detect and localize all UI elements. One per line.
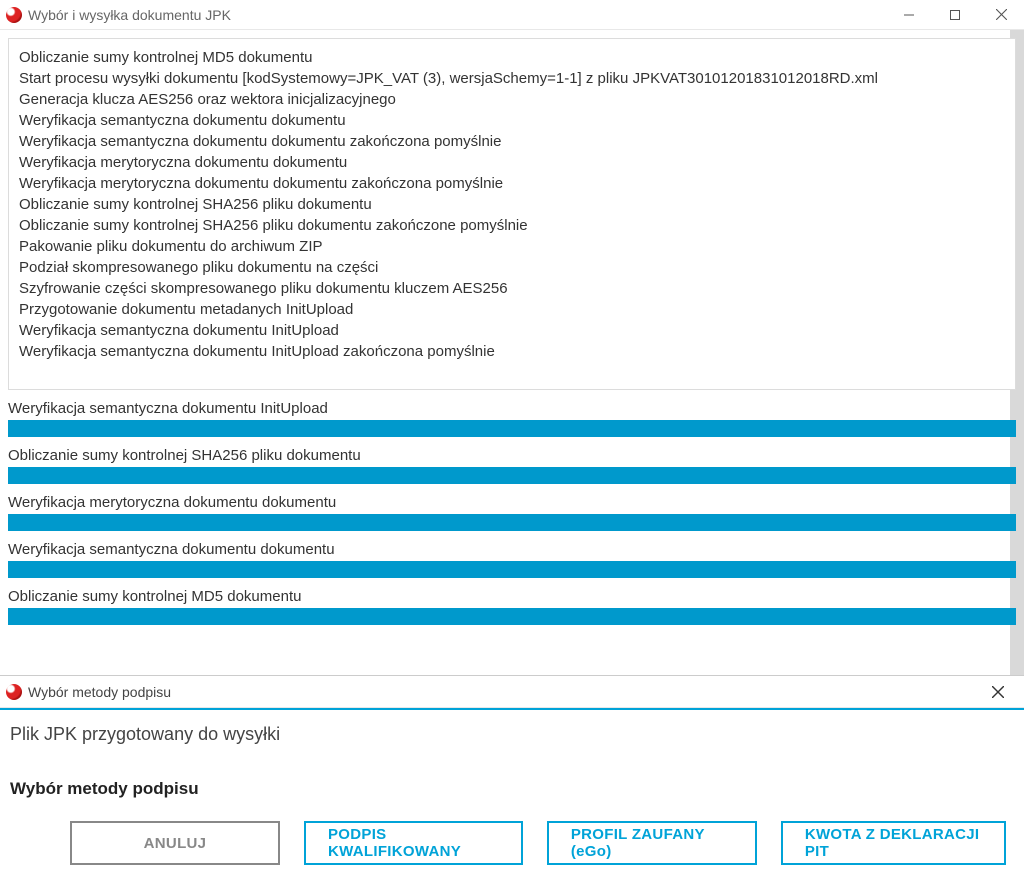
progress-item: Weryfikacja semantyczna dokumentu InitUp… <box>8 400 1016 437</box>
progress-label: Weryfikacja semantyczna dokumentu dokume… <box>8 541 1016 558</box>
window-title: Wybór i wysyłka dokumentu JPK <box>28 7 231 23</box>
dialog-titlebar: Wybór metody podpisu <box>0 676 1024 708</box>
qualified-signature-button[interactable]: PODPIS KWALIFIKOWANY <box>304 821 523 865</box>
log-line: Szyfrowanie części skompresowanego pliku… <box>19 278 1005 299</box>
dialog-buttons: ANULUJ PODPIS KWALIFIKOWANY PROFIL ZAUFA… <box>0 817 1024 885</box>
log-line: Weryfikacja semantyczna dokumentu dokume… <box>19 110 1005 131</box>
progress-bar <box>8 561 1016 578</box>
app-icon <box>6 7 22 23</box>
progress-item: Obliczanie sumy kontrolnej SHA256 pliku … <box>8 447 1016 484</box>
progress-bar <box>8 467 1016 484</box>
log-line: Weryfikacja merytoryczna dokumentu dokum… <box>19 173 1005 194</box>
progress-label: Weryfikacja semantyczna dokumentu InitUp… <box>8 400 1016 417</box>
close-button[interactable] <box>978 0 1024 30</box>
minimize-button[interactable] <box>886 0 932 30</box>
trusted-profile-button[interactable]: PROFIL ZAUFANY (eGo) <box>547 821 757 865</box>
signature-method-dialog: Wybór metody podpisu Plik JPK przygotowa… <box>0 675 1024 885</box>
dialog-close-button[interactable] <box>978 677 1018 707</box>
log-line: Pakowanie pliku dokumentu do archiwum ZI… <box>19 236 1005 257</box>
log-line: Weryfikacja merytoryczna dokumentu dokum… <box>19 152 1005 173</box>
log-panel: Obliczanie sumy kontrolnej MD5 dokumentu… <box>8 38 1016 390</box>
app-icon <box>6 684 22 700</box>
progress-label: Obliczanie sumy kontrolnej MD5 dokumentu <box>8 588 1016 605</box>
log-line: Weryfikacja semantyczna dokumentu InitUp… <box>19 341 1005 362</box>
progress-label: Obliczanie sumy kontrolnej SHA256 pliku … <box>8 447 1016 464</box>
progress-item: Weryfikacja merytoryczna dokumentu dokum… <box>8 494 1016 531</box>
progress-bar <box>8 608 1016 625</box>
log-line: Start procesu wysyłki dokumentu [kodSyst… <box>19 68 1005 89</box>
log-line: Generacja klucza AES256 oraz wektora ini… <box>19 89 1005 110</box>
log-line: Obliczanie sumy kontrolnej SHA256 pliku … <box>19 194 1005 215</box>
progress-section: Weryfikacja semantyczna dokumentu InitUp… <box>0 400 1024 625</box>
log-line: Weryfikacja semantyczna dokumentu dokume… <box>19 131 1005 152</box>
log-line: Obliczanie sumy kontrolnej SHA256 pliku … <box>19 215 1005 236</box>
log-line: Przygotowanie dokumentu metadanych InitU… <box>19 299 1005 320</box>
cancel-button[interactable]: ANULUJ <box>70 821 280 865</box>
dialog-heading: Wybór metody podpisu <box>0 765 1024 817</box>
progress-item: Weryfikacja semantyczna dokumentu dokume… <box>8 541 1016 578</box>
log-line: Podział skompresowanego pliku dokumentu … <box>19 257 1005 278</box>
maximize-button[interactable] <box>932 0 978 30</box>
log-line: Weryfikacja semantyczna dokumentu InitUp… <box>19 320 1005 341</box>
progress-label: Weryfikacja merytoryczna dokumentu dokum… <box>8 494 1016 511</box>
pit-amount-button[interactable]: KWOTA Z DEKLARACJI PIT <box>781 821 1006 865</box>
progress-bar <box>8 420 1016 437</box>
log-line: Obliczanie sumy kontrolnej MD5 dokumentu <box>19 47 1005 68</box>
dialog-title: Wybór metody podpisu <box>28 684 978 700</box>
dialog-subtitle: Plik JPK przygotowany do wysyłki <box>0 710 1024 765</box>
progress-item: Obliczanie sumy kontrolnej MD5 dokumentu <box>8 588 1016 625</box>
progress-bar <box>8 514 1016 531</box>
window-titlebar: Wybór i wysyłka dokumentu JPK <box>0 0 1024 30</box>
